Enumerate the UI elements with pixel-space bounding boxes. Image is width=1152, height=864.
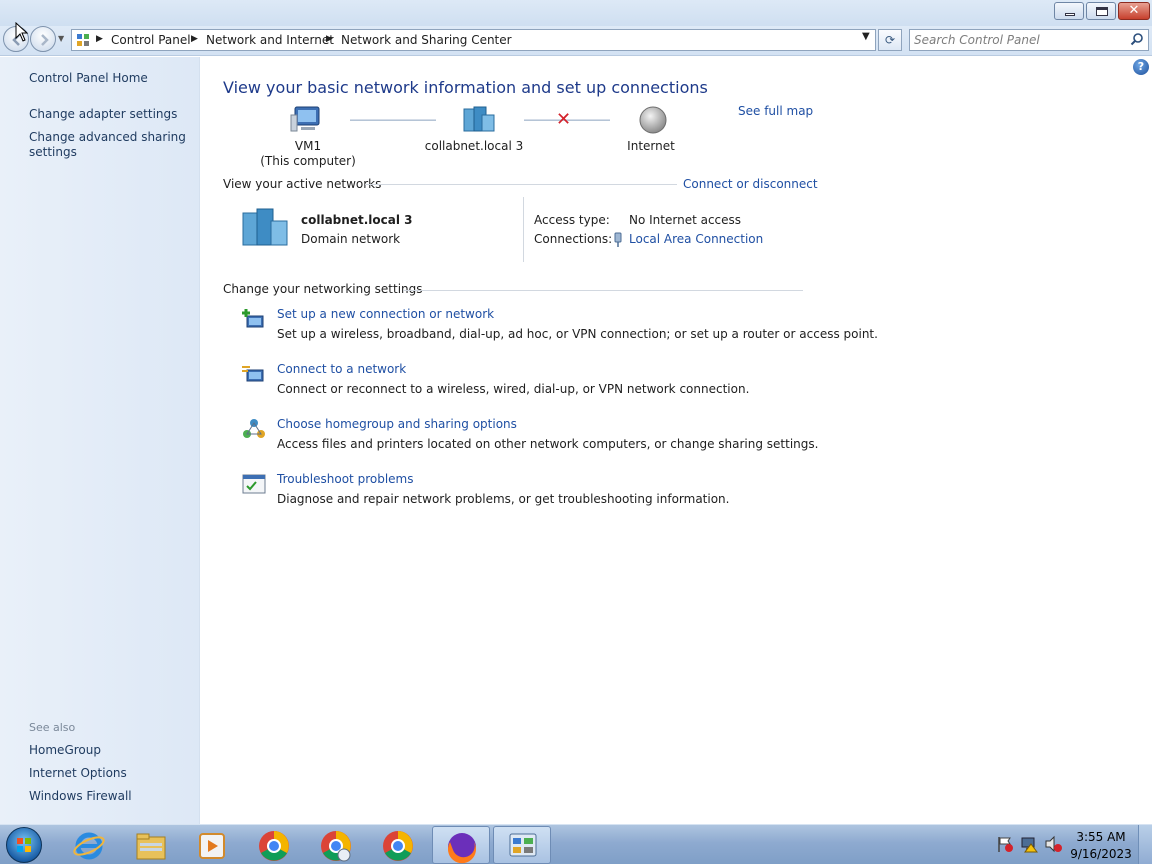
windows-firewall-link[interactable]: Windows Firewall <box>29 789 194 804</box>
troubleshoot-link[interactable]: Troubleshoot problems <box>277 472 413 486</box>
disconnected-x-icon: ✕ <box>556 109 572 130</box>
access-type-label: Access type: <box>534 213 610 227</box>
refresh-button[interactable]: ⟳ <box>878 29 902 51</box>
address-history-dropdown[interactable]: ▼ <box>862 31 870 42</box>
breadcrumb-network-and-sharing-center[interactable]: Network and Sharing Center <box>341 33 512 47</box>
left-task-pane: Control Panel Home Change adapter settin… <box>0 57 200 824</box>
setup-connection-link[interactable]: Set up a new connection or network <box>277 307 494 321</box>
windows-logo-icon <box>17 838 31 852</box>
forward-button[interactable] <box>30 26 56 52</box>
minimize-button[interactable] <box>1054 2 1084 20</box>
firefox-icon <box>448 833 476 864</box>
chrome-profile-icon <box>321 831 351 862</box>
see-also-heading: See also <box>29 721 76 734</box>
taskbar-control-panel[interactable] <box>493 826 551 864</box>
search-icon[interactable] <box>1130 32 1144 46</box>
show-desktop-button[interactable] <box>1138 825 1152 864</box>
networking-settings-heading: Change your networking settings <box>223 282 423 296</box>
computer-icon[interactable] <box>290 105 322 135</box>
local-area-connection-link[interactable]: Local Area Connection <box>629 232 763 246</box>
start-button[interactable] <box>6 827 42 863</box>
internet-explorer-icon <box>73 832 105 860</box>
connect-network-description: Connect or reconnect to a wireless, wire… <box>277 382 750 396</box>
taskbar-chrome-profile[interactable] <box>307 826 365 864</box>
breadcrumb-separator-icon[interactable]: ▶ <box>191 34 198 44</box>
restore-icon <box>1096 7 1108 16</box>
title-bar: ✕ <box>0 0 1152 26</box>
active-network-category[interactable]: Domain network <box>301 232 400 246</box>
troubleshoot-description: Diagnose and repair network problems, or… <box>277 492 730 506</box>
map-computer-sub: (This computer) <box>260 154 356 168</box>
control-panel-icon <box>77 34 89 46</box>
troubleshoot-icon[interactable] <box>241 472 267 498</box>
taskbar-firefox[interactable] <box>432 826 490 864</box>
homegroup-sharing-description: Access files and printers located on oth… <box>277 437 819 451</box>
connect-or-disconnect-link[interactable]: Connect or disconnect <box>683 177 818 191</box>
map-computer-name: VM1 <box>294 139 322 153</box>
forward-arrow-icon <box>41 34 49 46</box>
connect-network-link[interactable]: Connect to a network <box>277 362 406 376</box>
homegroup-icon[interactable] <box>241 417 267 443</box>
map-network-name: collabnet.local 3 <box>424 139 524 153</box>
map-connection-line <box>350 119 436 121</box>
taskbar: 3:55 AM 9/16/2023 <box>0 824 1152 864</box>
taskbar-chrome-2[interactable] <box>369 826 427 864</box>
new-connection-icon[interactable] <box>241 307 267 333</box>
chrome-icon <box>259 831 289 861</box>
search-box[interactable] <box>909 29 1149 51</box>
map-internet-label: Internet <box>627 139 675 153</box>
connections-label: Connections: <box>534 232 613 246</box>
homegroup-link[interactable]: HomeGroup <box>29 743 194 758</box>
breadcrumb-network-and-internet[interactable]: Network and Internet <box>206 33 334 47</box>
breadcrumb-separator-icon[interactable]: ▶ <box>96 34 103 44</box>
page-title: View your basic network information and … <box>223 78 708 97</box>
minimize-icon <box>1065 13 1075 16</box>
taskbar-internet-explorer[interactable] <box>60 826 118 864</box>
address-bar[interactable]: ▶ Control Panel ▶ Network and Internet ▶… <box>71 29 876 51</box>
taskbar-windows-explorer[interactable] <box>122 826 180 864</box>
ethernet-icon <box>614 232 622 247</box>
search-input[interactable] <box>914 32 1126 48</box>
clock-date[interactable]: 9/16/2023 <box>1066 847 1136 861</box>
control-panel-icon <box>509 833 537 857</box>
breadcrumb-separator-icon[interactable]: ▶ <box>326 34 333 44</box>
change-advanced-sharing-settings-link[interactable]: Change advanced sharing settings <box>29 130 194 160</box>
network-status-icon[interactable] <box>1020 835 1038 853</box>
homegroup-sharing-link[interactable]: Choose homegroup and sharing options <box>277 417 517 431</box>
setup-connection-description: Set up a wireless, broadband, dial-up, a… <box>277 327 878 341</box>
control-panel-home-link[interactable]: Control Panel Home <box>29 71 194 86</box>
domain-network-icon[interactable] <box>462 105 496 135</box>
see-full-map-link[interactable]: See full map <box>738 104 813 118</box>
action-center-flag-icon[interactable] <box>996 835 1014 853</box>
breadcrumb-control-panel[interactable]: Control Panel <box>111 33 191 47</box>
taskbar-media-player[interactable] <box>183 826 241 864</box>
section-divider <box>403 290 803 291</box>
internet-options-link[interactable]: Internet Options <box>29 766 194 781</box>
close-button[interactable]: ✕ <box>1118 2 1150 20</box>
change-adapter-settings-link[interactable]: Change adapter settings <box>29 107 194 122</box>
recent-pages-dropdown[interactable]: ▼ <box>58 34 64 43</box>
active-network-name: collabnet.local 3 <box>301 213 413 227</box>
access-type-value: No Internet access <box>629 213 742 227</box>
restore-button[interactable] <box>1086 2 1116 20</box>
main-content: ? View your basic network information an… <box>201 57 1152 824</box>
windows-explorer-icon <box>136 833 166 860</box>
refresh-icon: ⟳ <box>884 33 896 47</box>
chrome-icon <box>383 831 413 861</box>
taskbar-chrome[interactable] <box>245 826 303 864</box>
connect-network-icon[interactable] <box>241 362 267 388</box>
section-divider <box>365 184 677 185</box>
active-networks-heading: View your active networks <box>223 177 382 191</box>
vertical-divider <box>523 197 524 262</box>
internet-globe-icon[interactable] <box>637 105 669 135</box>
mouse-cursor-icon <box>15 22 29 42</box>
volume-muted-icon[interactable] <box>1044 835 1062 853</box>
map-computer-label: VM1 (This computer) <box>256 139 360 169</box>
system-tray <box>994 835 1064 855</box>
media-player-icon <box>199 833 225 859</box>
clock-time[interactable]: 3:55 AM <box>1066 830 1136 844</box>
help-icon[interactable]: ? <box>1133 59 1149 75</box>
close-icon: ✕ <box>1128 3 1140 18</box>
domain-network-icon[interactable] <box>241 207 291 249</box>
